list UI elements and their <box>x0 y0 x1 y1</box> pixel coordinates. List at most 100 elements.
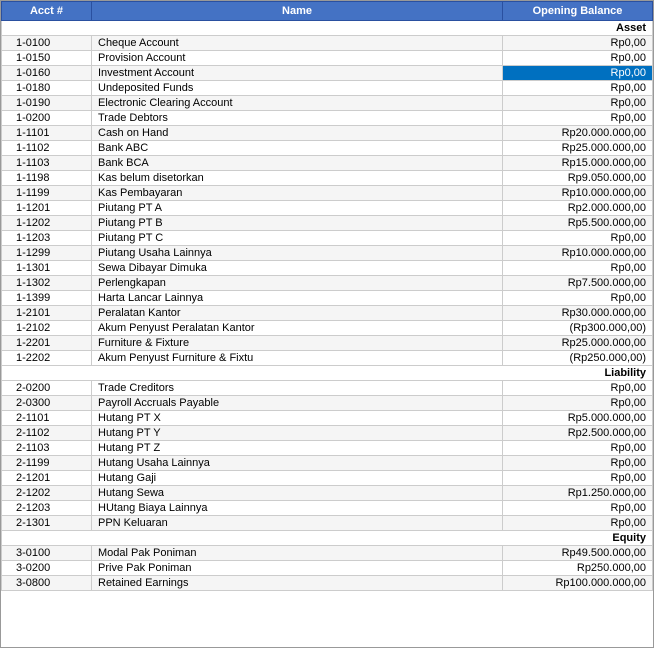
table-row[interactable]: 1-1198Kas belum disetorkanRp9.050.000,00 <box>2 171 653 186</box>
table-row[interactable]: 1-0100Cheque AccountRp0,00 <box>2 36 653 51</box>
acct-number: 3-0200 <box>2 561 92 576</box>
opening-balance: Rp0,00 <box>503 66 653 81</box>
opening-balance: Rp0,00 <box>503 516 653 531</box>
acct-name: Prive Pak Poniman <box>92 561 503 576</box>
col-name-header: Name <box>92 2 503 21</box>
col-acct-header: Acct # <box>2 2 92 21</box>
acct-name: Peralatan Kantor <box>92 306 503 321</box>
acct-number: 1-0200 <box>2 111 92 126</box>
table-row[interactable]: 1-1301Sewa Dibayar DimukaRp0,00 <box>2 261 653 276</box>
opening-balance: Rp2.500.000,00 <box>503 426 653 441</box>
category-label: Asset <box>2 21 653 36</box>
table-row[interactable]: 2-0300Payroll Accruals PayableRp0,00 <box>2 396 653 411</box>
table-row[interactable]: 2-1199Hutang Usaha LainnyaRp0,00 <box>2 456 653 471</box>
acct-name: Piutang PT B <box>92 216 503 231</box>
acct-number: 1-2201 <box>2 336 92 351</box>
opening-balance: Rp9.050.000,00 <box>503 171 653 186</box>
table-row[interactable]: 1-1302PerlengkapanRp7.500.000,00 <box>2 276 653 291</box>
table-row[interactable]: 1-1201Piutang PT ARp2.000.000,00 <box>2 201 653 216</box>
acct-number: 1-0100 <box>2 36 92 51</box>
opening-balance: Rp100.000.000,00 <box>503 576 653 591</box>
table-row[interactable]: 2-1203HUtang Biaya LainnyaRp0,00 <box>2 501 653 516</box>
opening-balance: Rp0,00 <box>503 381 653 396</box>
acct-number: 1-1301 <box>2 261 92 276</box>
acct-number: 1-1202 <box>2 216 92 231</box>
table-row[interactable]: 1-2202Akum Penyust Furniture & Fixtu(Rp2… <box>2 351 653 366</box>
table-row[interactable]: 1-2102Akum Penyust Peralatan Kantor(Rp30… <box>2 321 653 336</box>
acct-number: 1-1299 <box>2 246 92 261</box>
acct-name: Investment Account <box>92 66 503 81</box>
opening-balance: Rp49.500.000,00 <box>503 546 653 561</box>
table-row[interactable]: 2-1103Hutang PT ZRp0,00 <box>2 441 653 456</box>
acct-number: 2-1201 <box>2 471 92 486</box>
opening-balance: Rp0,00 <box>503 471 653 486</box>
table-row[interactable]: 2-0200Trade CreditorsRp0,00 <box>2 381 653 396</box>
table-row[interactable]: 2-1201Hutang GajiRp0,00 <box>2 471 653 486</box>
opening-balance: Rp5.500.000,00 <box>503 216 653 231</box>
acct-name: Undeposited Funds <box>92 81 503 96</box>
opening-balance: Rp250.000,00 <box>503 561 653 576</box>
table-row[interactable]: 1-1199Kas PembayaranRp10.000.000,00 <box>2 186 653 201</box>
table-row[interactable]: 1-1399Harta Lancar LainnyaRp0,00 <box>2 291 653 306</box>
opening-balance: Rp5.000.000,00 <box>503 411 653 426</box>
table-row[interactable]: 1-1299Piutang Usaha LainnyaRp10.000.000,… <box>2 246 653 261</box>
table-row[interactable]: 3-0100Modal Pak PonimanRp49.500.000,00 <box>2 546 653 561</box>
acct-number: 1-0160 <box>2 66 92 81</box>
table-row[interactable]: 2-1102Hutang PT YRp2.500.000,00 <box>2 426 653 441</box>
opening-balance: Rp0,00 <box>503 231 653 246</box>
opening-balance: Rp0,00 <box>503 456 653 471</box>
table-row[interactable]: 3-0200Prive Pak PonimanRp250.000,00 <box>2 561 653 576</box>
acct-number: 1-1203 <box>2 231 92 246</box>
opening-balance: Rp0,00 <box>503 96 653 111</box>
acct-name: Kas Pembayaran <box>92 186 503 201</box>
acct-name: Retained Earnings <box>92 576 503 591</box>
acct-number: 1-2101 <box>2 306 92 321</box>
acct-name: Payroll Accruals Payable <box>92 396 503 411</box>
acct-name: Akum Penyust Furniture & Fixtu <box>92 351 503 366</box>
table-row[interactable]: 1-1202Piutang PT BRp5.500.000,00 <box>2 216 653 231</box>
opening-balance: Rp0,00 <box>503 291 653 306</box>
opening-balance: (Rp300.000,00) <box>503 321 653 336</box>
table-row[interactable]: 2-1202Hutang SewaRp1.250.000,00 <box>2 486 653 501</box>
table-row[interactable]: 1-0150Provision AccountRp0,00 <box>2 51 653 66</box>
opening-balance: Rp30.000.000,00 <box>503 306 653 321</box>
acct-name: Provision Account <box>92 51 503 66</box>
table-row[interactable]: 2-1101Hutang PT XRp5.000.000,00 <box>2 411 653 426</box>
table-header-row: Acct # Name Opening Balance <box>2 2 653 21</box>
table-row[interactable]: 1-1203Piutang PT CRp0,00 <box>2 231 653 246</box>
opening-balance: Rp0,00 <box>503 51 653 66</box>
table-row[interactable]: 1-1102Bank ABCRp25.000.000,00 <box>2 141 653 156</box>
acct-number: 3-0800 <box>2 576 92 591</box>
acct-number: 1-1302 <box>2 276 92 291</box>
acct-name: Trade Debtors <box>92 111 503 126</box>
table-row[interactable]: 1-0190Electronic Clearing AccountRp0,00 <box>2 96 653 111</box>
acct-number: 1-1103 <box>2 156 92 171</box>
acct-name: Harta Lancar Lainnya <box>92 291 503 306</box>
acct-name: Hutang Gaji <box>92 471 503 486</box>
acct-name: Kas belum disetorkan <box>92 171 503 186</box>
table-row[interactable]: 1-2201Furniture & FixtureRp25.000.000,00 <box>2 336 653 351</box>
table-row[interactable]: 1-0160Investment AccountRp0,00 <box>2 66 653 81</box>
acct-number: 1-1101 <box>2 126 92 141</box>
opening-balance: Rp0,00 <box>503 396 653 411</box>
table-row[interactable]: 2-1301PPN KeluaranRp0,00 <box>2 516 653 531</box>
acct-number: 3-0100 <box>2 546 92 561</box>
table-row[interactable]: 1-0200Trade DebtorsRp0,00 <box>2 111 653 126</box>
opening-balance: Rp0,00 <box>503 441 653 456</box>
acct-number: 2-1203 <box>2 501 92 516</box>
acct-name: Perlengkapan <box>92 276 503 291</box>
table-row[interactable]: 1-2101Peralatan KantorRp30.000.000,00 <box>2 306 653 321</box>
acct-name: Piutang PT C <box>92 231 503 246</box>
category-row: Equity <box>2 531 653 546</box>
table-row[interactable]: 1-0180Undeposited FundsRp0,00 <box>2 81 653 96</box>
category-row: Liability <box>2 366 653 381</box>
acct-name: Electronic Clearing Account <box>92 96 503 111</box>
table-row[interactable]: 1-1101Cash on HandRp20.000.000,00 <box>2 126 653 141</box>
opening-balance: Rp0,00 <box>503 111 653 126</box>
table-row[interactable]: 1-1103Bank BCARp15.000.000,00 <box>2 156 653 171</box>
opening-balance: Rp2.000.000,00 <box>503 201 653 216</box>
table-row[interactable]: 3-0800Retained EarningsRp100.000.000,00 <box>2 576 653 591</box>
acct-name: Akum Penyust Peralatan Kantor <box>92 321 503 336</box>
accounts-table-container[interactable]: Acct # Name Opening Balance Asset1-0100C… <box>0 0 654 648</box>
acct-name: Trade Creditors <box>92 381 503 396</box>
